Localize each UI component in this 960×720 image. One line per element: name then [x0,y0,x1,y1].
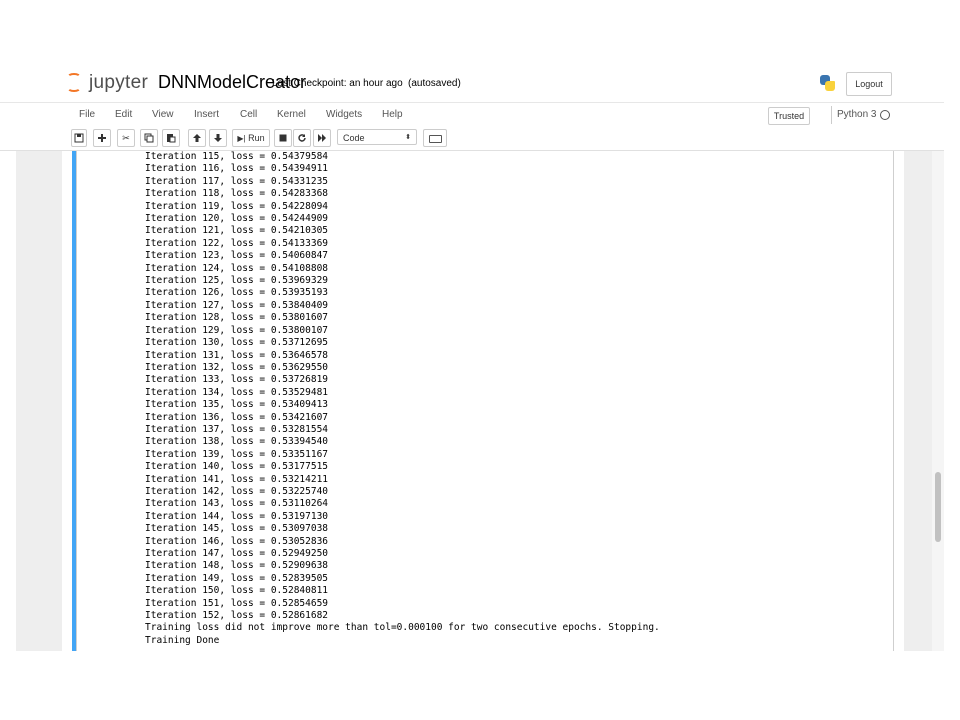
kernel-idle-icon [880,110,890,120]
output-line: Iteration 139, loss = 0.53351167 [145,448,329,460]
jupyter-logo[interactable]: jupyter [66,72,148,94]
output-line: Iteration 120, loss = 0.54244909 [145,213,329,225]
insert-cell-button[interactable] [93,129,111,147]
output-line: Iteration 129, loss = 0.53800107 [145,324,329,336]
plus-icon [98,134,106,142]
output-line: Iteration 140, loss = 0.53177515 [145,461,329,473]
interrupt-button[interactable] [274,129,292,147]
restart-icon [298,134,306,142]
output-line: Iteration 147, loss = 0.52949250 [145,548,329,559]
output-line: Iteration 123, loss = 0.54060847 [145,250,329,262]
output-line: Iteration 127, loss = 0.53840409 [145,299,329,311]
restart-button[interactable] [293,129,311,147]
command-palette-button[interactable] [423,129,447,147]
save-button[interactable] [71,129,87,147]
output-line: Iteration 130, loss = 0.53712695 [145,337,329,349]
run-button[interactable]: ▶| Run [232,129,270,147]
output-line: Iteration 117, loss = 0.54331235 [145,175,329,187]
toolbar: ✂ ▶| Run Code ⬍ [0,126,944,150]
menu-insert[interactable]: Insert [194,109,219,120]
jupyter-logo-text: jupyter [89,72,149,93]
restart-run-all-button[interactable] [313,129,331,147]
paste-button[interactable] [162,129,180,147]
output-line: Iteration 121, loss = 0.54210305 [145,225,329,237]
keyboard-icon [429,135,442,143]
notebook-header: jupyter DNNModelCreator Last Checkpoint:… [0,62,960,102]
selected-cell-indicator [72,151,76,651]
output-line: Iteration 126, loss = 0.53935193 [145,287,329,299]
output-line: Iteration 151, loss = 0.52854659 [145,597,329,609]
output-line: Iteration 134, loss = 0.53529481 [145,386,329,398]
kernel-name[interactable]: Python 3 [837,109,876,120]
page-scrollbar[interactable] [932,151,944,651]
scrollbar-thumb[interactable] [935,472,941,542]
output-line: Iteration 144, loss = 0.53197130 [145,510,329,522]
output-line: Iteration 149, loss = 0.52839505 [145,572,329,584]
output-line: Iteration 125, loss = 0.53969329 [145,275,329,287]
output-line: Iteration 137, loss = 0.53281554 [145,423,329,435]
paste-icon [167,134,176,143]
output-line: Iteration 136, loss = 0.53421607 [145,411,329,423]
cell-type-value: Code [343,133,365,143]
autosave-status: (autosaved) [408,78,461,89]
output-line: Iteration 146, loss = 0.53052836 [145,535,329,547]
arrow-down-icon [214,134,222,142]
stop-icon [279,134,287,142]
output-line: Iteration 145, loss = 0.53097038 [145,523,329,535]
menubar: File Edit View Insert Cell Kernel Widget… [0,102,944,127]
kernel-separator [831,106,832,124]
output-line: Iteration 152, loss = 0.52861682 [145,610,329,622]
python-logo-icon [818,74,836,92]
output-line: Iteration 138, loss = 0.53394540 [145,436,329,448]
menu-file[interactable]: File [79,109,95,120]
output-line: Training loss did not improve more than … [145,622,660,634]
copy-button[interactable] [140,129,158,147]
output-line: Iteration 150, loss = 0.52840811 [145,585,329,597]
menu-cell[interactable]: Cell [240,109,257,120]
cut-button[interactable]: ✂ [117,129,135,147]
output-line: Iteration 131, loss = 0.53646578 [145,349,329,361]
menu-edit[interactable]: Edit [115,109,132,120]
logout-button[interactable]: Logout [846,72,892,96]
cell-type-select[interactable]: Code ⬍ [337,129,417,145]
select-arrows-icon: ⬍ [405,134,411,141]
output-line: Iteration 142, loss = 0.53225740 [145,485,329,497]
last-checkpoint: Last Checkpoint: an hour ago [272,78,403,89]
jupyter-logo-icon [66,73,84,93]
notebook-container: Iteration 115, loss = 0.54379584 Iteratio… [62,151,904,651]
menu-kernel[interactable]: Kernel [277,109,306,120]
output-line: Iteration 122, loss = 0.54133369 [145,237,329,249]
notebook-site: Iteration 115, loss = 0.54379584 Iteratio… [16,151,944,651]
output-line: Iteration 128, loss = 0.53801607 [145,312,329,324]
trusted-indicator[interactable]: Trusted [768,107,810,125]
output-line: Iteration 124, loss = 0.54108808 [145,262,329,274]
arrow-up-icon [193,134,201,142]
fast-forward-icon [318,134,326,142]
move-down-button[interactable] [209,129,227,147]
output-line: Iteration 133, loss = 0.53726819 [145,374,329,386]
cut-icon: ✂ [122,133,130,143]
output-line: Iteration 135, loss = 0.53409413 [145,399,329,411]
save-icon [74,133,84,143]
output-line: Iteration 148, loss = 0.52909638 [145,560,329,572]
menu-widgets[interactable]: Widgets [326,109,362,120]
menu-help[interactable]: Help [382,109,403,120]
menu-view[interactable]: View [152,109,174,120]
output-line: Iteration 143, loss = 0.53110264 [145,498,329,510]
output-line: Iteration 119, loss = 0.54228094 [145,200,329,212]
move-up-button[interactable] [188,129,206,147]
output-line: Iteration 141, loss = 0.53214211 [145,473,329,485]
copy-icon [144,133,154,143]
output-line: Training Done [145,634,220,646]
output-line: Iteration 116, loss = 0.54394911 [145,163,329,175]
output-line: Iteration 118, loss = 0.54283368 [145,188,329,200]
step-forward-icon: ▶| [237,134,246,143]
cell-output: Iteration 115, loss = 0.54379584 Iteratio… [145,151,660,647]
output-line: Iteration 132, loss = 0.53629550 [145,361,329,373]
output-line: Iteration 115, loss = 0.54379584 [145,151,329,162]
run-button-label: Run [248,133,265,143]
